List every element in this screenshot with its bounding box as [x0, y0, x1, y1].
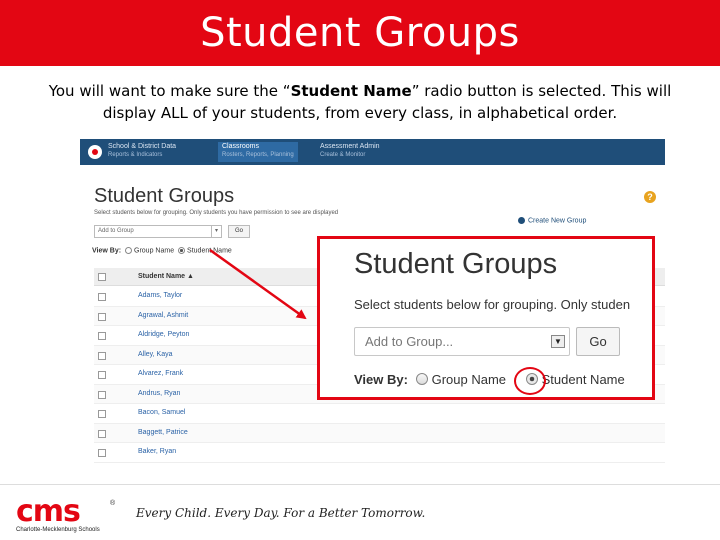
- row-checkbox[interactable]: [98, 332, 106, 340]
- row-checkbox[interactable]: [98, 371, 106, 379]
- radio-group-name[interactable]: [125, 247, 133, 254]
- view-by-label: View By:: [92, 247, 122, 255]
- zoom-radio-group-name[interactable]: [415, 373, 428, 385]
- intro-bold: Student Name: [290, 82, 412, 100]
- footer-tagline: Every Child. Every Day. For a Better Tom…: [136, 506, 426, 520]
- cms-logo-subtitle: Charlotte-Mecklenburg Schools: [16, 527, 100, 533]
- student-name-link[interactable]: Baker, Ryan: [138, 448, 176, 455]
- row-checkbox[interactable]: [98, 312, 106, 321]
- district-logo-icon: [88, 145, 102, 159]
- nav-item-school-district[interactable]: School & District Data Reports & Indicat…: [108, 142, 176, 162]
- nav-sublabel: Create & Monitor: [320, 152, 366, 158]
- table-row: Bacon, Samuel: [94, 404, 665, 424]
- nav-sublabel: Reports & Indicators: [108, 152, 163, 158]
- zoom-callout: Student Groups Select students below for…: [317, 236, 655, 400]
- view-by-group: View By: Group Name Student Name: [92, 247, 232, 254]
- nav-item-assessment-admin[interactable]: Assessment Admin Create & Monitor: [320, 142, 380, 162]
- nav-label: School & District Data: [108, 143, 177, 150]
- title-bar: Student Groups: [0, 0, 720, 66]
- student-name-link[interactable]: Aldridge, Peyton: [138, 331, 189, 338]
- create-new-group-link[interactable]: Create New Group: [518, 217, 586, 224]
- zoom-view-by-group: View By: Group Name Student Name: [354, 372, 625, 387]
- highlight-circle: [514, 367, 546, 395]
- radio-label-group-name: Group Name: [134, 247, 175, 255]
- nav-sublabel: Rosters, Reports, Planning: [222, 152, 294, 158]
- select-value: Add to Group: [98, 228, 134, 234]
- select-all-checkbox[interactable]: [98, 273, 106, 281]
- row-checkbox[interactable]: [98, 429, 106, 438]
- student-name-link[interactable]: Adams, Taylor: [138, 292, 182, 299]
- app-instructions: Select students below for grouping. Only…: [94, 210, 339, 216]
- student-name-link[interactable]: Andrus, Ryan: [138, 390, 180, 397]
- slide-title: Student Groups: [200, 10, 520, 56]
- add-to-group-select[interactable]: Add to Group ▾: [94, 225, 222, 238]
- student-name-link[interactable]: Alvarez, Frank: [138, 370, 183, 377]
- app-page-title: Student Groups: [94, 185, 235, 207]
- row-checkbox[interactable]: [98, 351, 106, 360]
- zoom-view-by-label: View By:: [354, 372, 408, 387]
- intro-part-1: You will want to make sure the “: [48, 82, 291, 100]
- app-nav-bar: School & District Data Reports & Indicat…: [80, 139, 665, 165]
- dropdown-arrow-icon: ▾: [211, 226, 221, 237]
- row-checkbox[interactable]: [98, 449, 106, 457]
- nav-item-classrooms[interactable]: Classrooms Rosters, Reports, Planning: [218, 142, 298, 162]
- cms-logo-text: cms: [16, 494, 81, 529]
- student-name-link[interactable]: Alley, Kaya: [138, 351, 173, 358]
- table-row: Baker, Ryan: [94, 443, 665, 463]
- radio-label-student-name: Student Name: [187, 247, 232, 255]
- student-name-link[interactable]: Agrawal, Ashmit: [138, 312, 188, 319]
- row-checkbox[interactable]: [98, 293, 106, 301]
- help-icon[interactable]: ?: [644, 191, 656, 203]
- zoom-select-value: Add to Group...: [365, 334, 454, 349]
- student-name-link[interactable]: Baggett, Patrice: [138, 429, 188, 436]
- zoom-add-to-group-select[interactable]: Add to Group... ▼: [354, 327, 570, 356]
- dropdown-arrow-icon: ▼: [551, 335, 565, 348]
- plus-icon: [518, 217, 525, 224]
- row-checkbox[interactable]: [98, 410, 106, 418]
- student-name-link[interactable]: Bacon, Samuel: [138, 409, 185, 416]
- create-link-label: Create New Group: [528, 217, 587, 225]
- nav-label: Assessment Admin: [320, 143, 380, 150]
- radio-student-name[interactable]: [178, 247, 186, 254]
- footer-divider: [0, 484, 720, 485]
- go-button[interactable]: Go: [228, 225, 250, 238]
- registered-mark: ®: [110, 500, 116, 507]
- column-student-name[interactable]: Student Name ▲: [138, 273, 194, 280]
- zoom-label-student-name: Student Name: [541, 372, 625, 387]
- zoom-go-button[interactable]: Go: [576, 327, 620, 356]
- zoom-instructions: Select students below for grouping. Only…: [354, 297, 631, 312]
- nav-label: Classrooms: [222, 143, 259, 150]
- row-checkbox[interactable]: [98, 390, 106, 399]
- table-row: Baggett, Patrice: [94, 423, 665, 443]
- zoom-title: Student Groups: [354, 248, 558, 280]
- cms-logo: cms ® Charlotte-Mecklenburg Schools: [12, 488, 120, 536]
- zoom-label-group-name: Group Name: [431, 372, 506, 387]
- intro-text: You will want to make sure the “Student …: [20, 80, 700, 124]
